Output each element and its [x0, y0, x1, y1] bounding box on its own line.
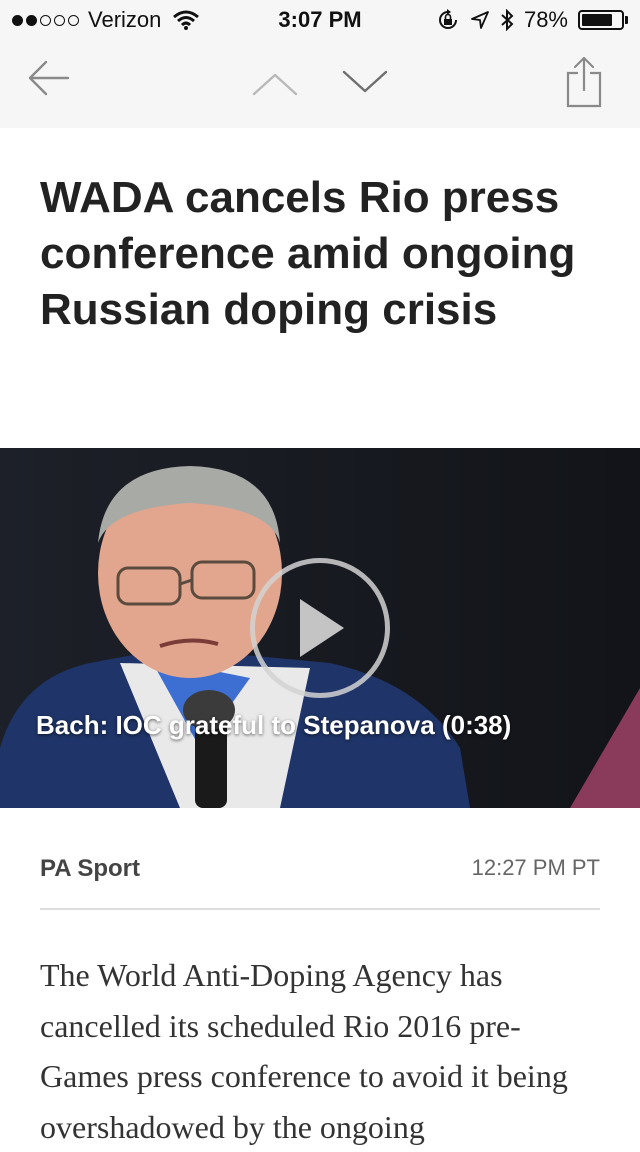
chevron-down-icon [342, 70, 388, 93]
play-button[interactable] [250, 558, 390, 698]
next-article-button[interactable] [340, 64, 390, 100]
share-icon [566, 56, 602, 108]
video-player[interactable]: Bach: IOC grateful to Stepanova (0:38) [0, 448, 640, 808]
location-icon [471, 11, 489, 29]
rotation-lock-icon [438, 9, 457, 29]
play-icon [300, 599, 344, 657]
nav-bar [0, 40, 640, 128]
status-right: 78% [436, 7, 628, 33]
previous-article-button[interactable] [250, 66, 300, 102]
bluetooth-icon [501, 9, 514, 31]
chevron-up-icon [252, 73, 298, 96]
divider [40, 908, 600, 910]
share-button[interactable] [560, 54, 608, 110]
article-timestamp: 12:27 PM PT [471, 855, 600, 880]
article-source: PA Sport [40, 855, 140, 882]
battery-percent: 78% [523, 7, 568, 32]
status-bar: Verizon 3:07 PM 78% [0, 0, 640, 40]
back-button[interactable] [22, 54, 74, 102]
article-body: The World Anti-Doping Agency has cancell… [40, 957, 568, 1145]
article-headline: WADA cancels Rio press conference amid o… [40, 173, 576, 334]
battery-icon [578, 10, 628, 30]
video-caption: Bach: IOC grateful to Stepanova (0:38) [36, 710, 512, 740]
arrow-left-icon [28, 60, 70, 96]
